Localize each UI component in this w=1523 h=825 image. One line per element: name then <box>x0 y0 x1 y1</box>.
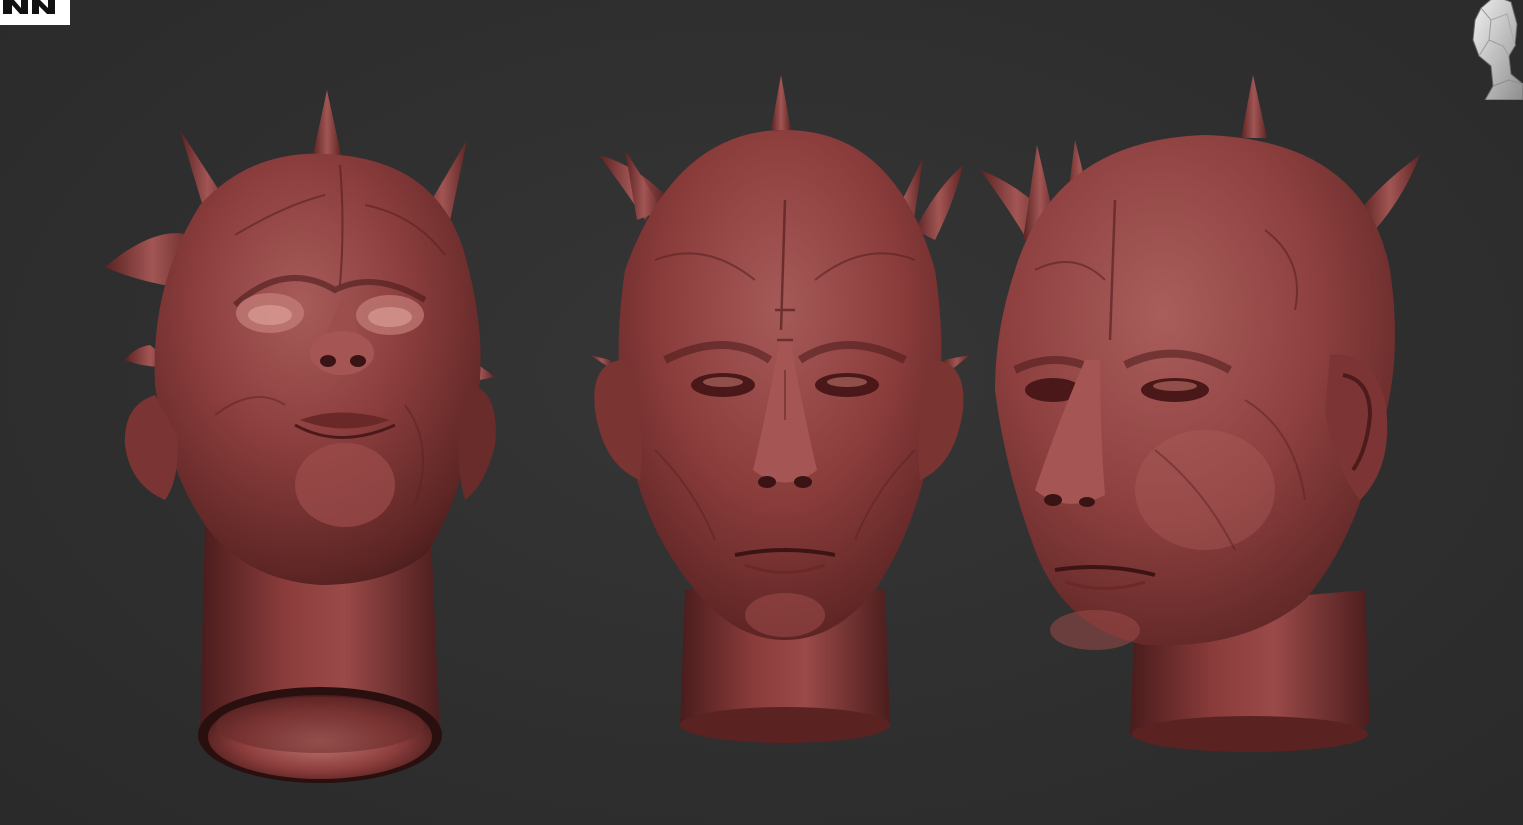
head-model-low-angle[interactable] <box>95 85 515 790</box>
head-orientation-navigator-icon[interactable] <box>1461 0 1523 101</box>
head-model-front[interactable] <box>585 70 975 750</box>
3d-viewport[interactable] <box>0 0 1523 825</box>
head-model-three-quarter[interactable] <box>975 70 1425 760</box>
app-logo-icon <box>0 0 70 25</box>
